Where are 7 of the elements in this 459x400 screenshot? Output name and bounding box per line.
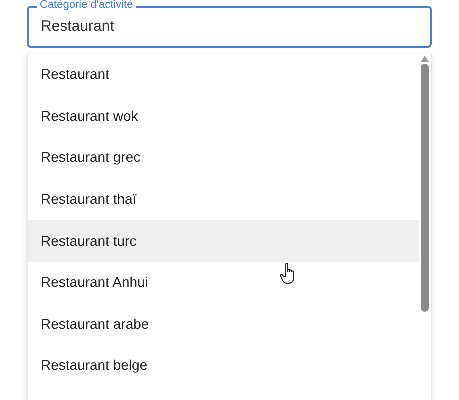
dropdown-option[interactable]: Restaurant (28, 54, 419, 96)
dropdown-option[interactable]: Restaurant turc (28, 220, 419, 262)
scroll-up-icon[interactable] (421, 56, 429, 62)
scrollbar-thumb[interactable] (421, 64, 429, 312)
field-label: Catégorie d'activité (37, 0, 136, 12)
text-input: Restaurant (41, 16, 418, 38)
dropdown-option[interactable]: Restaurant thaï (28, 178, 419, 220)
